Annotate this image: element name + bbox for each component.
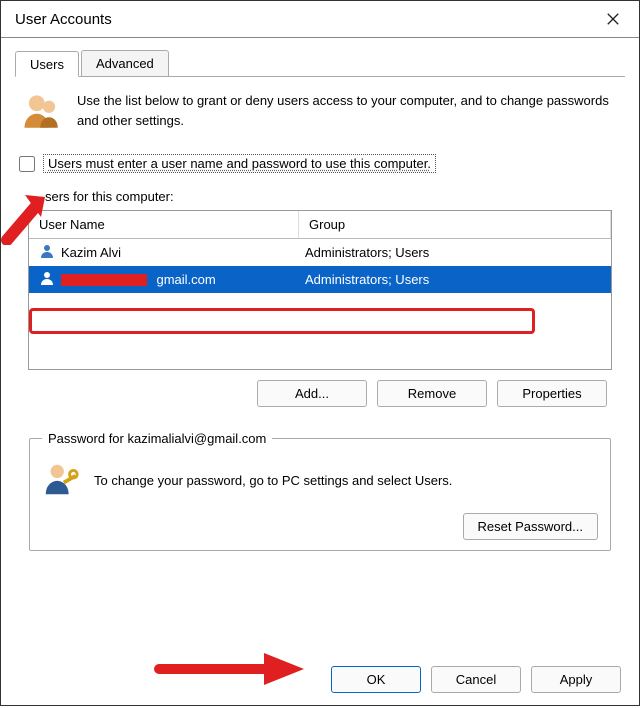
user-buttons-row: Add... Remove Properties: [15, 370, 625, 423]
cell-username: Kazim Alvi: [33, 241, 299, 264]
close-icon: [606, 12, 620, 26]
add-button[interactable]: Add...: [257, 380, 367, 407]
key-user-icon: [42, 460, 80, 501]
require-password-label[interactable]: Users must enter a user name and passwor…: [43, 154, 436, 173]
cell-username: x gmail.com: [33, 268, 299, 291]
column-group[interactable]: Group: [299, 211, 611, 238]
content-area: Users Advanced Use the list below to gra…: [1, 38, 639, 577]
remove-button[interactable]: Remove: [377, 380, 487, 407]
apply-button[interactable]: Apply: [531, 666, 621, 693]
footer-buttons: OK Cancel Apply: [331, 666, 621, 693]
password-text: To change your password, go to PC settin…: [94, 473, 452, 488]
tab-users[interactable]: Users: [15, 51, 79, 77]
tab-advanced[interactable]: Advanced: [81, 50, 169, 76]
table-header: User Name Group: [29, 211, 611, 239]
require-password-row: Users must enter a user name and passwor…: [15, 152, 625, 175]
titlebar: User Accounts: [1, 1, 639, 38]
require-password-checkbox[interactable]: [19, 156, 35, 172]
window-title: User Accounts: [15, 11, 112, 28]
password-legend: Password for kazimalialvi@gmail.com: [42, 431, 272, 446]
reset-password-button[interactable]: Reset Password...: [463, 513, 599, 540]
table-row[interactable]: Kazim Alvi Administrators; Users: [29, 239, 611, 266]
close-button[interactable]: [597, 7, 629, 31]
password-group: Password for kazimalialvi@gmail.com To c…: [29, 431, 611, 551]
username-suffix: gmail.com: [157, 272, 216, 287]
user-icon: [39, 243, 55, 262]
user-accounts-window: User Accounts Users Advanced Use the lis…: [0, 0, 640, 706]
users-list-label: sers for this computer:: [15, 189, 625, 204]
username-text: Kazim Alvi: [61, 245, 121, 260]
user-icon: [39, 270, 55, 289]
column-username[interactable]: User Name: [29, 211, 299, 238]
cell-group: Administrators; Users: [299, 270, 607, 289]
redacted-text: x: [61, 274, 147, 286]
properties-button[interactable]: Properties: [497, 380, 607, 407]
annotation-arrow-icon: [149, 649, 309, 689]
ok-button[interactable]: OK: [331, 666, 421, 693]
table-row[interactable]: x gmail.com Administrators; Users: [29, 266, 611, 293]
password-body: To change your password, go to PC settin…: [42, 460, 598, 501]
users-icon: [21, 91, 63, 136]
users-table: User Name Group Kazim Alvi Administrator…: [28, 210, 612, 370]
password-button-row: Reset Password...: [42, 513, 598, 540]
intro-text: Use the list below to grant or deny user…: [77, 91, 619, 136]
intro-row: Use the list below to grant or deny user…: [15, 91, 625, 152]
cancel-button[interactable]: Cancel: [431, 666, 521, 693]
cell-group: Administrators; Users: [299, 243, 607, 262]
tab-strip: Users Advanced: [15, 50, 625, 77]
